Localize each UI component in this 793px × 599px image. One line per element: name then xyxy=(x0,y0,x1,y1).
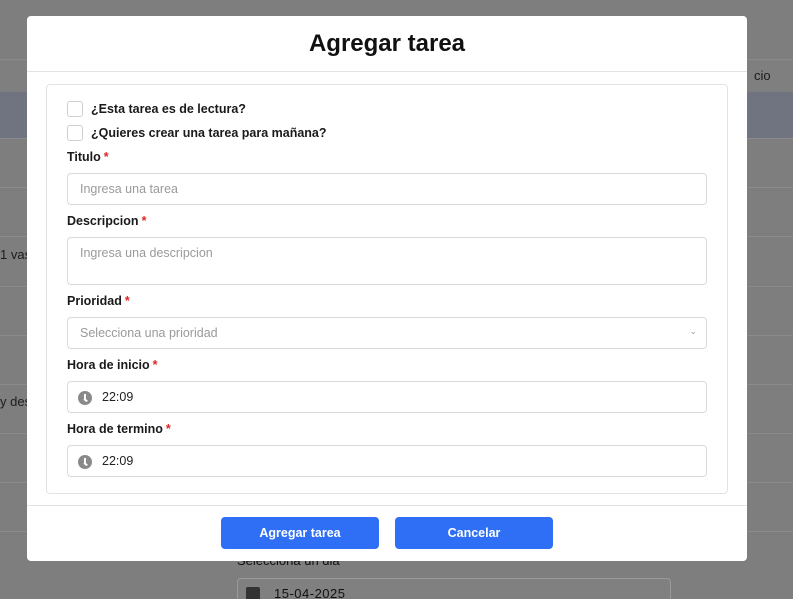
background-header-fragment: cio xyxy=(754,68,771,83)
start-time-input[interactable]: 22:09 xyxy=(67,381,707,413)
clock-icon xyxy=(78,455,92,469)
reading-task-option[interactable]: ¿Esta tarea es de lectura? xyxy=(67,101,246,117)
description-field-label: Descripcion * xyxy=(67,214,146,228)
end-time-label-text: Hora de termino xyxy=(67,422,163,436)
priority-field-label: Prioridad * xyxy=(67,294,130,308)
modal-footer: Agregar tarea Cancelar xyxy=(27,505,747,561)
end-time-input[interactable]: 22:09 xyxy=(67,445,707,477)
add-task-modal: Agregar tarea ¿Esta tarea es de lectura?… xyxy=(27,16,747,561)
priority-select[interactable]: Selecciona una prioridad ⌄ xyxy=(67,317,707,349)
description-label-text: Descripcion xyxy=(67,214,139,228)
tomorrow-task-option[interactable]: ¿Quieres crear una tarea para mañana? xyxy=(67,125,327,141)
start-time-field-label: Hora de inicio * xyxy=(67,358,158,372)
add-task-button[interactable]: Agregar tarea xyxy=(221,517,379,549)
reading-task-checkbox[interactable] xyxy=(67,101,83,117)
tomorrow-task-checkbox[interactable] xyxy=(67,125,83,141)
start-time-label-text: Hora de inicio xyxy=(67,358,150,372)
required-mark: * xyxy=(165,422,171,436)
clock-icon xyxy=(78,391,92,405)
background-date-value: 15-04-2025 xyxy=(274,586,346,599)
description-input[interactable] xyxy=(67,237,707,285)
calendar-icon xyxy=(246,587,260,599)
start-time-value: 22:09 xyxy=(102,390,134,404)
tomorrow-task-label: ¿Quieres crear una tarea para mañana? xyxy=(91,126,327,140)
required-mark: * xyxy=(103,150,109,164)
background-date-field: 15-04-2025 xyxy=(237,578,671,599)
cancel-button[interactable]: Cancelar xyxy=(395,517,553,549)
title-input[interactable] xyxy=(67,173,707,205)
modal-title: Agregar tarea xyxy=(27,16,747,72)
end-time-value: 22:09 xyxy=(102,454,134,468)
priority-label-text: Prioridad xyxy=(67,294,122,308)
required-mark: * xyxy=(141,214,147,228)
reading-task-label: ¿Esta tarea es de lectura? xyxy=(91,102,246,116)
required-mark: * xyxy=(152,358,158,372)
task-form: ¿Esta tarea es de lectura? ¿Quieres crea… xyxy=(46,84,728,494)
title-field-label: Titulo * xyxy=(67,150,109,164)
required-mark: * xyxy=(124,294,130,308)
priority-placeholder: Selecciona una prioridad xyxy=(80,326,218,340)
end-time-field-label: Hora de termino * xyxy=(67,422,171,436)
title-label-text: Titulo xyxy=(67,150,101,164)
chevron-down-icon: ⌄ xyxy=(689,326,697,336)
